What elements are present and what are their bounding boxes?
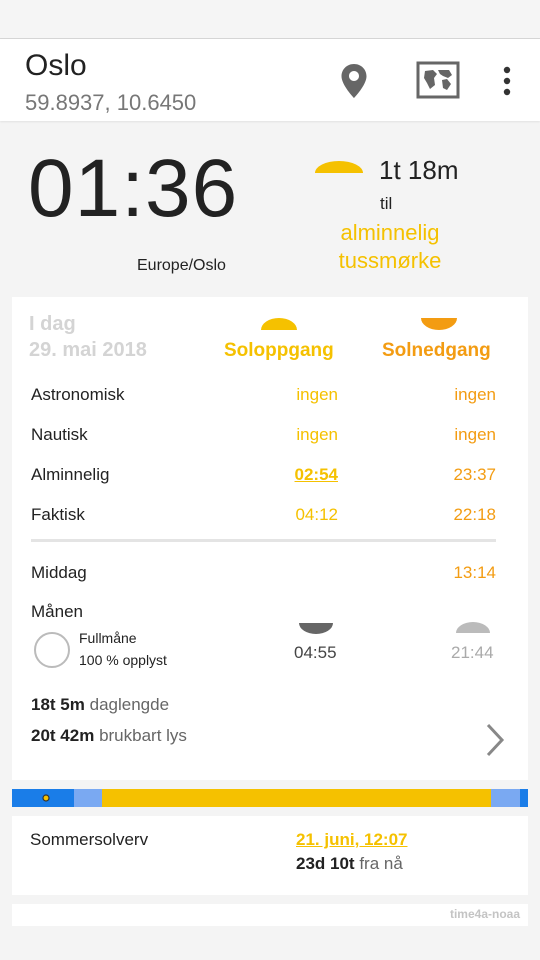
day-length-value: 18t 5m bbox=[31, 695, 85, 714]
row-nautical-label: Nautisk bbox=[31, 425, 88, 444]
sunset-icon bbox=[421, 318, 457, 330]
row-civil-set: 23:37 bbox=[453, 465, 496, 484]
map-icon[interactable] bbox=[416, 61, 460, 99]
status-bar bbox=[0, 0, 540, 39]
data-source-label: time4a-noaa bbox=[449, 907, 520, 921]
next-event-card: Sommersolverv 21. juni, 12:07 23d 10t fr… bbox=[12, 816, 528, 895]
row-civil-label: Alminnelig bbox=[31, 465, 110, 484]
today-label: I dag bbox=[29, 313, 76, 335]
usable-light: 20t 42m brukbart lys bbox=[31, 726, 187, 746]
source-card: time4a-noaa bbox=[12, 904, 528, 926]
next-event-date[interactable]: 21. juni, 12:07 bbox=[296, 830, 408, 850]
next-event-line-1: alminnelig bbox=[340, 220, 440, 245]
more-vert-icon[interactable] bbox=[498, 65, 516, 97]
next-event-label: Sommersolverv bbox=[30, 830, 149, 849]
row-astronomical-rise: ingen bbox=[296, 385, 338, 404]
moon-phase: Fullmåne bbox=[79, 630, 137, 646]
row-astronomical-label: Astronomisk bbox=[31, 385, 125, 404]
next-event-relative: 23d 10t fra nå bbox=[296, 854, 403, 874]
next-event-relative-value: 23d 10t bbox=[296, 854, 355, 873]
countdown: 1t 18m bbox=[379, 155, 459, 185]
moon-phase-icon bbox=[34, 632, 70, 668]
location-pin-icon[interactable] bbox=[340, 63, 368, 99]
timeline-twilight-end bbox=[491, 789, 520, 807]
usable-light-label: brukbart lys bbox=[99, 726, 187, 745]
today-card: I dag 29. mai 2018 Soloppgang Solnedgang… bbox=[12, 297, 528, 780]
city-name: Oslo bbox=[25, 49, 87, 82]
sun-rising-icon bbox=[315, 161, 363, 173]
next-event-line-2: tussmørke bbox=[338, 248, 442, 273]
sunrise-icon bbox=[261, 318, 297, 330]
row-astronomical-set: ingen bbox=[454, 385, 496, 404]
sunrise-header: Soloppgang bbox=[224, 340, 334, 361]
timezone-label: Europe/Oslo bbox=[137, 257, 226, 274]
moonrise-time: 04:55 bbox=[294, 643, 337, 662]
row-nautical-rise: ingen bbox=[296, 425, 338, 444]
noon-label: Middag bbox=[31, 563, 87, 582]
timeline-now-marker bbox=[42, 794, 50, 802]
noon-time: 13:14 bbox=[453, 563, 496, 582]
daylight-timeline bbox=[12, 789, 528, 807]
sunset-header: Solnedgang bbox=[382, 340, 491, 361]
timeline-twilight-start bbox=[74, 789, 102, 807]
coordinates: 59.8937, 10.6450 bbox=[25, 90, 197, 115]
chevron-right-icon[interactable] bbox=[484, 721, 506, 759]
app-bar: Oslo 59.8937, 10.6450 bbox=[0, 39, 540, 121]
usable-light-value: 20t 42m bbox=[31, 726, 95, 745]
moon-label: Månen bbox=[31, 602, 83, 621]
day-length: 18t 5m daglengde bbox=[31, 695, 169, 715]
row-actual-rise: 04:12 bbox=[295, 505, 338, 524]
moon-illumination: 100 % opplyst bbox=[79, 652, 167, 668]
today-date: 29. mai 2018 bbox=[29, 339, 147, 361]
row-nautical-set: ingen bbox=[454, 425, 496, 444]
timeline-night-end bbox=[520, 789, 528, 807]
divider bbox=[31, 539, 496, 542]
row-civil-rise[interactable]: 02:54 bbox=[218, 465, 338, 485]
next-event-name: alminnelig tussmørke bbox=[310, 219, 470, 275]
row-actual-label: Faktisk bbox=[31, 505, 85, 524]
moonset-icon bbox=[456, 622, 490, 633]
row-actual-set: 22:18 bbox=[453, 505, 496, 524]
current-time: 01:36 bbox=[28, 143, 239, 234]
day-length-label: daglengde bbox=[89, 695, 170, 714]
next-event-relative-label: fra nå bbox=[359, 854, 403, 873]
moonset-time: 21:44 bbox=[451, 643, 494, 662]
timeline-day bbox=[102, 789, 491, 807]
countdown-til: til bbox=[380, 194, 393, 213]
moonrise-icon bbox=[299, 623, 333, 634]
